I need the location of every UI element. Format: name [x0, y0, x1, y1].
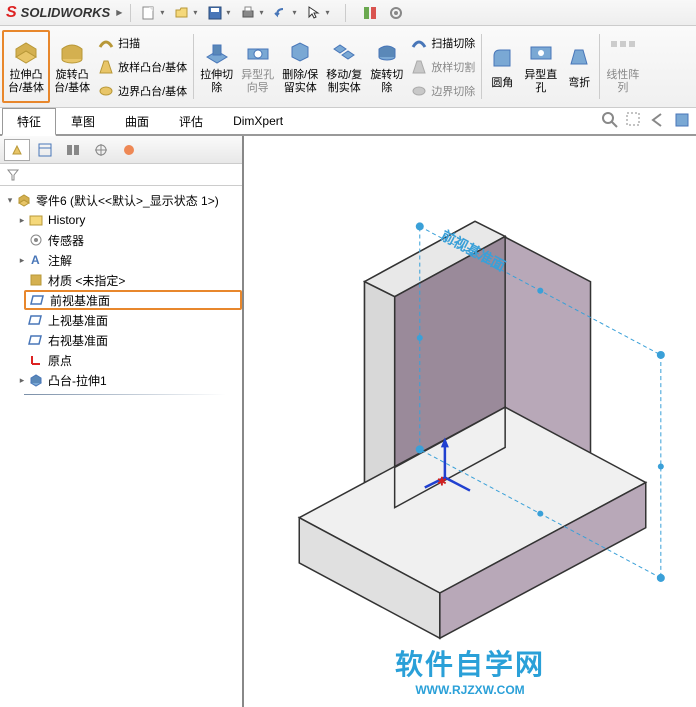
expand-icon[interactable]: ▸: [16, 215, 28, 226]
tree-annotations-label: 注解: [48, 252, 72, 269]
options-button[interactable]: [386, 3, 406, 23]
app-name: SOLIDWORKS: [21, 5, 111, 20]
expand-icon[interactable]: ▸: [16, 375, 28, 386]
tab-evaluate[interactable]: 评估: [164, 108, 218, 135]
swept-cut-button[interactable]: 扫描切除: [407, 31, 479, 55]
collapse-icon[interactable]: ▾: [4, 195, 16, 206]
command-tabs: 特征 草图 曲面 评估 DimXpert: [0, 108, 696, 136]
annotations-icon: A: [28, 252, 44, 268]
hole-wizard-button[interactable]: 异型孔向导: [237, 30, 278, 103]
part-icon: [16, 192, 32, 208]
feature-tree: ▾ 零件6 (默认<<默认>_显示状态 1>) ▸ History 传感器 ▸ …: [0, 186, 242, 707]
linear-pattern-button[interactable]: 线性阵列: [602, 30, 643, 103]
origin-icon: [28, 352, 44, 368]
plane-icon: [30, 292, 46, 308]
display-manager-tab[interactable]: [116, 139, 142, 161]
delete-keep-button[interactable]: 删除/保留实体: [278, 30, 322, 103]
section-view-icon[interactable]: [672, 110, 692, 133]
save-button[interactable]: ▾: [205, 3, 232, 23]
sensors-icon: [28, 232, 44, 248]
boundary-boss-button[interactable]: 边界凸台/基体: [94, 79, 191, 103]
history-icon: [28, 212, 44, 228]
tree-history[interactable]: ▸ History: [12, 210, 242, 230]
tab-surface[interactable]: 曲面: [110, 108, 164, 135]
new-button[interactable]: ▾: [139, 3, 166, 23]
tree-extrude1[interactable]: ▸ 凸台-拉伸1: [12, 370, 242, 390]
config-manager-tab[interactable]: [60, 139, 86, 161]
tree-material-label: 材质 <未指定>: [48, 272, 125, 289]
graphics-viewport[interactable]: 前视基准面 ✱ 软件自学网 WWW.RJZXW.COM: [244, 136, 696, 707]
move-copy-button[interactable]: 移动/复制实体: [322, 30, 366, 103]
fillet-button[interactable]: 圆角: [484, 30, 520, 103]
rebuild-button[interactable]: [360, 3, 380, 23]
tree-annotations[interactable]: ▸ A 注解: [12, 250, 242, 270]
tree-sensors-label: 传感器: [48, 232, 84, 249]
title-bar: S SOLIDWORKS ▶ ▾ ▾ ▾ ▾ ▾ ▾: [0, 0, 696, 26]
ribbon: 拉伸凸台/基体 旋转凸台/基体 扫描 放样凸台/基体 边界凸台/基体 拉伸切除 …: [0, 26, 696, 108]
extrude-cut-button[interactable]: 拉伸切除: [196, 30, 237, 103]
extrude-icon: [28, 372, 44, 388]
draft-button[interactable]: 弯折: [561, 30, 597, 103]
open-button[interactable]: ▾: [172, 3, 199, 23]
tree-top-plane[interactable]: 上视基准面: [24, 310, 242, 330]
revolve-boss-button[interactable]: 旋转凸台/基体: [50, 30, 94, 103]
tab-sketch[interactable]: 草图: [56, 108, 110, 135]
select-button[interactable]: ▾: [304, 3, 331, 23]
quick-access-toolbar: ▾ ▾ ▾ ▾ ▾ ▾: [139, 3, 406, 23]
tab-features[interactable]: 特征: [2, 108, 56, 136]
tree-right-plane-label: 右视基准面: [48, 332, 108, 349]
feature-manager-panel: ▾ 零件6 (默认<<默认>_显示状态 1>) ▸ History 传感器 ▸ …: [0, 136, 244, 707]
prev-view-icon[interactable]: [648, 110, 668, 133]
chevron-right-icon[interactable]: ▶: [116, 8, 122, 17]
watermark: 软件自学网 WWW.RJZXW.COM: [395, 643, 545, 697]
revolve-cut-button[interactable]: 旋转切除: [366, 30, 407, 103]
tree-origin-label: 原点: [48, 352, 72, 369]
extrude-boss-button[interactable]: 拉伸凸台/基体: [2, 30, 50, 103]
swept-boss-button[interactable]: 扫描: [94, 31, 191, 55]
property-manager-tab[interactable]: [32, 139, 58, 161]
boundary-cut-button[interactable]: 边界切除: [407, 79, 479, 103]
tree-top-plane-label: 上视基准面: [48, 312, 108, 329]
app-logo: S SOLIDWORKS ▶: [6, 4, 122, 22]
tree-sensors[interactable]: 传感器: [24, 230, 242, 250]
material-icon: [28, 272, 44, 288]
tree-history-label: History: [48, 213, 85, 227]
undo-button[interactable]: ▾: [271, 3, 298, 23]
expand-icon[interactable]: ▸: [16, 255, 28, 266]
manager-tabs: [0, 136, 242, 164]
svg-text:✱: ✱: [437, 475, 447, 489]
funnel-icon[interactable]: [6, 168, 20, 182]
lofted-cut-button[interactable]: 放样切割: [407, 55, 479, 79]
plane-icon: [28, 312, 44, 328]
feature-manager-tab[interactable]: [4, 139, 30, 161]
print-button[interactable]: ▾: [238, 3, 265, 23]
tree-front-plane[interactable]: 前视基准面: [24, 290, 242, 310]
center-hole-button[interactable]: 异型直孔: [520, 30, 561, 103]
tree-origin[interactable]: 原点: [24, 350, 242, 370]
tree-root-label: 零件6 (默认<<默认>_显示状态 1>): [36, 192, 219, 209]
plane-icon: [28, 332, 44, 348]
tree-right-plane[interactable]: 右视基准面: [24, 330, 242, 350]
solidworks-icon: S: [6, 4, 17, 22]
lofted-boss-button[interactable]: 放样凸台/基体: [94, 55, 191, 79]
dimxpert-manager-tab[interactable]: [88, 139, 114, 161]
rollback-bar[interactable]: [24, 394, 226, 395]
tree-root[interactable]: ▾ 零件6 (默认<<默认>_显示状态 1>): [0, 190, 242, 210]
tree-filter-bar: [0, 164, 242, 186]
tree-material[interactable]: 材质 <未指定>: [24, 270, 242, 290]
tree-extrude1-label: 凸台-拉伸1: [48, 372, 107, 389]
svg-text:A: A: [31, 253, 40, 267]
zoom-fit-icon[interactable]: [600, 110, 620, 133]
model-view: 前视基准面 ✱: [244, 136, 696, 698]
zoom-area-icon[interactable]: [624, 110, 644, 133]
tree-front-plane-label: 前视基准面: [50, 292, 110, 309]
tab-dimxpert[interactable]: DimXpert: [218, 109, 298, 133]
heads-up-toolbar: [600, 110, 692, 133]
